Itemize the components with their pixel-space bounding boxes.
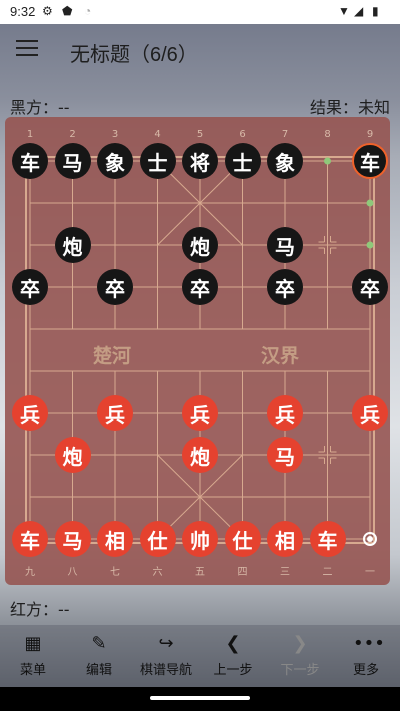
move-hint-dot [366,199,374,207]
red-piece[interactable]: 仕 [224,521,261,557]
red-piece[interactable]: 兵 [182,395,218,431]
black-piece[interactable]: 马 [267,227,303,263]
result-label: 结果：未知 [309,98,390,117]
more-label: 更多 [352,663,379,678]
red-piece[interactable]: 帅 [182,521,218,557]
move-hint-dot [324,157,331,165]
status-bar: 9:32 ⚙ ⬟ ◔ ▼ ◢ ▮ [0,0,400,24]
red-piece[interactable]: 炮 [54,437,91,473]
column-number-top: 7 [281,129,289,140]
menu-button[interactable]: ▦ 菜单 [0,631,68,678]
red-piece[interactable]: 炮 [182,437,218,473]
column-number-bottom: 八 [67,567,78,578]
red-piece[interactable]: 兵 [12,395,48,431]
column-number-top: 8 [324,129,331,140]
column-number-top: 3 [111,129,119,140]
drawer-menu-icon[interactable] [16,40,38,60]
red-piece[interactable]: 车 [309,521,346,557]
column-number-top: 1 [26,129,34,140]
black-piece[interactable]: 卒 [97,269,133,305]
column-number-bottom: 五 [195,567,205,578]
column-number-top: 5 [196,129,204,140]
menu-label: 菜单 [19,663,46,678]
red-piece[interactable]: 马 [54,521,91,557]
more-dots-icon: ••• [353,633,385,654]
bottom-toolbar: ▦ 菜单 ✎ 编辑 ↪ 棋谱导航 ❮ 上一步 ❯ 下一步 ••• 更多 [0,625,400,687]
shield-icon: ⬟ [62,4,73,18]
chess-board[interactable]: 楚河 汉界 123456789九八七六五四三二一车马象士将士象车炮炮马卒卒卒卒卒… [5,117,390,585]
column-number-bottom: 九 [25,567,35,578]
column-number-bottom: 四 [237,567,248,578]
chevron-left-icon: ❮ [225,633,241,654]
home-indicator [150,696,250,700]
wifi-icon: ▼ [338,4,350,18]
column-number-top: 2 [69,129,76,140]
gesture-bar [0,687,400,711]
move-hint-dot [366,241,374,249]
wifi-off-icon: ◔ [84,4,92,18]
app-bar: 无标题（6/6） [0,24,400,80]
edit-icon: ✎ [91,633,107,654]
chevron-right-icon: ❯ [292,633,308,654]
board-grid [25,156,377,546]
red-piece[interactable]: 兵 [97,395,133,431]
black-piece[interactable]: 车 [12,143,48,179]
next-label: 下一步 [280,663,320,678]
signal-icon: ◢ [354,4,364,18]
red-piece[interactable]: 兵 [352,395,388,431]
black-piece[interactable]: 马 [54,143,91,179]
navigate-label: 棋谱导航 [139,663,192,678]
black-piece[interactable]: 炮 [182,227,218,263]
column-number-top: 9 [366,129,374,140]
black-piece[interactable]: 炮 [54,227,91,263]
column-number-top: 4 [154,129,161,140]
status-time: 9:32 [10,4,36,19]
column-number-bottom: 六 [152,567,163,578]
column-number-bottom: 一 [365,567,375,578]
prev-step-button[interactable]: ❮ 上一步 [198,631,268,678]
river-right-text: 汉界 [261,345,300,367]
red-piece[interactable]: 马 [267,437,303,473]
column-number-top: 6 [239,129,246,140]
route-icon: ↪ [158,633,174,654]
column-number-bottom: 三 [280,567,290,578]
settings-icon: ⚙ [42,4,53,18]
battery-icon: ▮ [372,4,379,18]
prev-label: 上一步 [213,663,253,678]
black-piece[interactable]: 卒 [352,269,388,305]
black-piece[interactable]: 卒 [12,269,48,305]
grid-icon: ▦ [24,633,42,654]
edit-label: 编辑 [85,663,112,678]
river-left-text: 楚河 [93,345,132,367]
column-number-bottom: 二 [322,567,333,578]
red-piece[interactable]: 相 [97,521,133,557]
red-piece[interactable]: 车 [12,521,48,557]
black-player-label: 黑方：-- [10,98,70,117]
more-button[interactable]: ••• 更多 [331,631,400,678]
black-piece[interactable]: 将 [182,143,218,179]
edit-button[interactable]: ✎ 编辑 [64,631,134,678]
black-piece[interactable]: 卒 [267,269,303,305]
column-number-bottom: 七 [110,567,120,578]
black-piece[interactable]: 象 [97,143,133,179]
black-piece[interactable]: 士 [224,143,261,179]
black-piece[interactable]: 车 [352,143,388,179]
red-piece[interactable]: 仕 [139,521,176,557]
black-piece[interactable]: 象 [267,143,303,179]
red-piece[interactable]: 兵 [267,395,303,431]
black-piece[interactable]: 士 [139,143,176,179]
black-piece[interactable]: 卒 [182,269,218,305]
next-step-button[interactable]: ❯ 下一步 [265,631,335,678]
red-player-label: 红方：-- [10,600,70,619]
navigate-button[interactable]: ↪ 棋谱导航 [131,631,201,678]
red-piece[interactable]: 相 [267,521,303,557]
page-title: 无标题（6/6） [70,44,198,66]
